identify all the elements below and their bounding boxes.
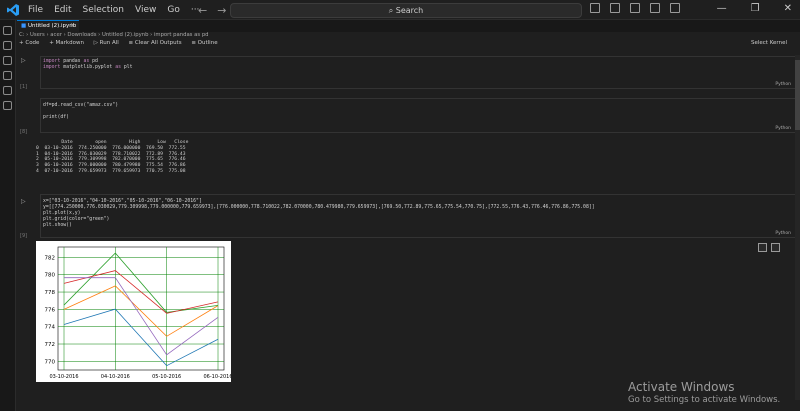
notebook-toolbar: + Code + Markdown ▷ Run All ≡ Clear All …	[19, 40, 799, 50]
x-tick-label: 06-10-2016	[203, 374, 231, 380]
forward-arrow-icon[interactable]: →	[217, 4, 226, 17]
back-arrow-icon[interactable]: ←	[198, 4, 207, 17]
title-bar: File Edit Selection View Go ··· ← → ⌕ Sea…	[0, 0, 800, 20]
cell-language[interactable]: Python	[775, 126, 791, 131]
line-chart: 770 772 774 776 778 780 782 03-10-2016 04-10-201…	[45, 246, 233, 380]
run-debug-icon[interactable]	[3, 71, 12, 80]
dataframe-output: Date open High Low Close 0 03-10-2016 77…	[36, 140, 189, 174]
toggle-secondary-sidebar-icon[interactable]	[650, 3, 660, 13]
y-tick-label: 774	[45, 325, 56, 331]
y-tick-label: 778	[45, 290, 56, 296]
execution-count: [1]	[20, 84, 28, 90]
toggle-panel-icon[interactable]	[630, 3, 640, 13]
customize-layout-icon[interactable]	[670, 3, 680, 13]
command-search[interactable]: ⌕ Search	[230, 3, 582, 18]
toggle-sidebar-icon[interactable]	[610, 3, 620, 13]
code-cell-2[interactable]: df=pd.read_csv("amaz.csv") print(df) Pyt…	[40, 98, 796, 133]
more-actions-icon[interactable]	[771, 243, 780, 252]
table-row: 2 05-10-2016 779.309998 782.070000 775.6…	[36, 157, 186, 163]
copilot-icon[interactable]	[590, 3, 600, 13]
menu-bar: File Edit Selection View Go ···	[28, 5, 210, 15]
minimize-icon[interactable]: —	[717, 3, 727, 14]
y-tick-label: 780	[45, 273, 56, 279]
menu-view[interactable]: View	[135, 5, 156, 15]
add-code-button[interactable]: + Code	[19, 40, 39, 46]
table-row: 3 06-10-2016 779.000000 780.479980 775.5…	[36, 163, 186, 169]
y-tick-label: 772	[45, 342, 56, 348]
scrollbar-thumb[interactable]	[795, 60, 800, 130]
clear-outputs-button[interactable]: ≡ Clear All Outputs	[129, 40, 182, 46]
run-all-button[interactable]: ▷ Run All	[94, 40, 119, 46]
notebook-icon: ■	[21, 23, 28, 29]
tab-bar: ■ Untitled (2).ipynb ✕	[17, 20, 800, 32]
run-cell-icon[interactable]: ▷	[21, 57, 26, 64]
menu-file[interactable]: File	[28, 5, 43, 15]
x-tick-label: 04-10-2016	[101, 374, 130, 380]
activation-watermark: Activate Windows Go to Settings to activ…	[628, 380, 780, 405]
table-row: 0 03-10-2016 774.250000 776.000000 769.5…	[36, 145, 186, 151]
table-row: 4 07-10-2016 779.659973 779.659973 770.7…	[36, 168, 186, 174]
search-label: Search	[395, 6, 424, 15]
code-editor[interactable]: import pandas as pd import matplotlib.py…	[43, 59, 133, 71]
cell-language[interactable]: Python	[775, 231, 791, 236]
code-cell-3[interactable]: x=["03-10-2016","04-10-2016","05-10-2016…	[40, 194, 796, 238]
tab-close-icon[interactable]: ✕	[70, 21, 75, 31]
code-cell-1[interactable]: import pandas as pd import matplotlib.py…	[40, 56, 796, 89]
explorer-icon[interactable]	[3, 26, 12, 35]
extensions-icon[interactable]	[3, 86, 12, 95]
y-tick-label: 776	[45, 307, 56, 313]
copy-output-icon[interactable]	[758, 243, 767, 252]
watermark-subtitle: Go to Settings to activate Windows.	[628, 395, 781, 405]
layout-controls	[590, 3, 690, 13]
tab-notebook[interactable]: ■ Untitled (2).ipynb ✕	[17, 20, 79, 32]
table-row: 1 04-10-2016 776.030029 778.710022 772.8…	[36, 151, 186, 157]
y-tick-label: 782	[45, 255, 56, 261]
output-actions	[758, 243, 780, 252]
cell-language[interactable]: Python	[775, 82, 791, 87]
code-editor[interactable]: x=["03-10-2016","04-10-2016","05-10-2016…	[43, 199, 595, 229]
outline-button[interactable]: ≡ Outline	[191, 40, 217, 46]
code-editor[interactable]: df=pd.read_csv("amaz.csv") print(df)	[43, 103, 118, 121]
restore-icon[interactable]: ❐	[751, 3, 760, 14]
search-view-icon[interactable]	[3, 41, 12, 50]
run-cell-icon[interactable]: ▷	[21, 198, 26, 205]
source-control-icon[interactable]	[3, 56, 12, 65]
execution-count: [8]	[20, 129, 28, 135]
plot-output: 770 772 774 776 778 780 782 03-10-2016 04-10-201…	[36, 241, 233, 382]
add-markdown-button[interactable]: + Markdown	[49, 40, 84, 46]
x-tick-label: 05-10-2016	[152, 374, 181, 380]
close-icon[interactable]: ✕	[784, 3, 792, 14]
select-kernel-button[interactable]: Select Kernel	[751, 40, 787, 46]
window-controls: — ❐ ✕	[717, 3, 792, 14]
execution-count: [9]	[20, 233, 28, 239]
watermark-title: Activate Windows	[628, 380, 735, 394]
menu-edit[interactable]: Edit	[54, 5, 71, 15]
menu-go[interactable]: Go	[167, 5, 179, 15]
remote-explorer-icon[interactable]	[3, 101, 12, 110]
search-icon: ⌕	[388, 6, 396, 15]
x-tick-label: 03-10-2016	[49, 374, 78, 380]
y-tick-label: 770	[45, 359, 56, 365]
breadcrumb[interactable]: C: › Users › acer › Downloads › Untitled…	[19, 32, 209, 38]
vscode-logo-icon	[7, 3, 19, 16]
plot-area	[57, 246, 225, 371]
menu-selection[interactable]: Selection	[83, 5, 124, 15]
activity-bar	[0, 20, 16, 411]
